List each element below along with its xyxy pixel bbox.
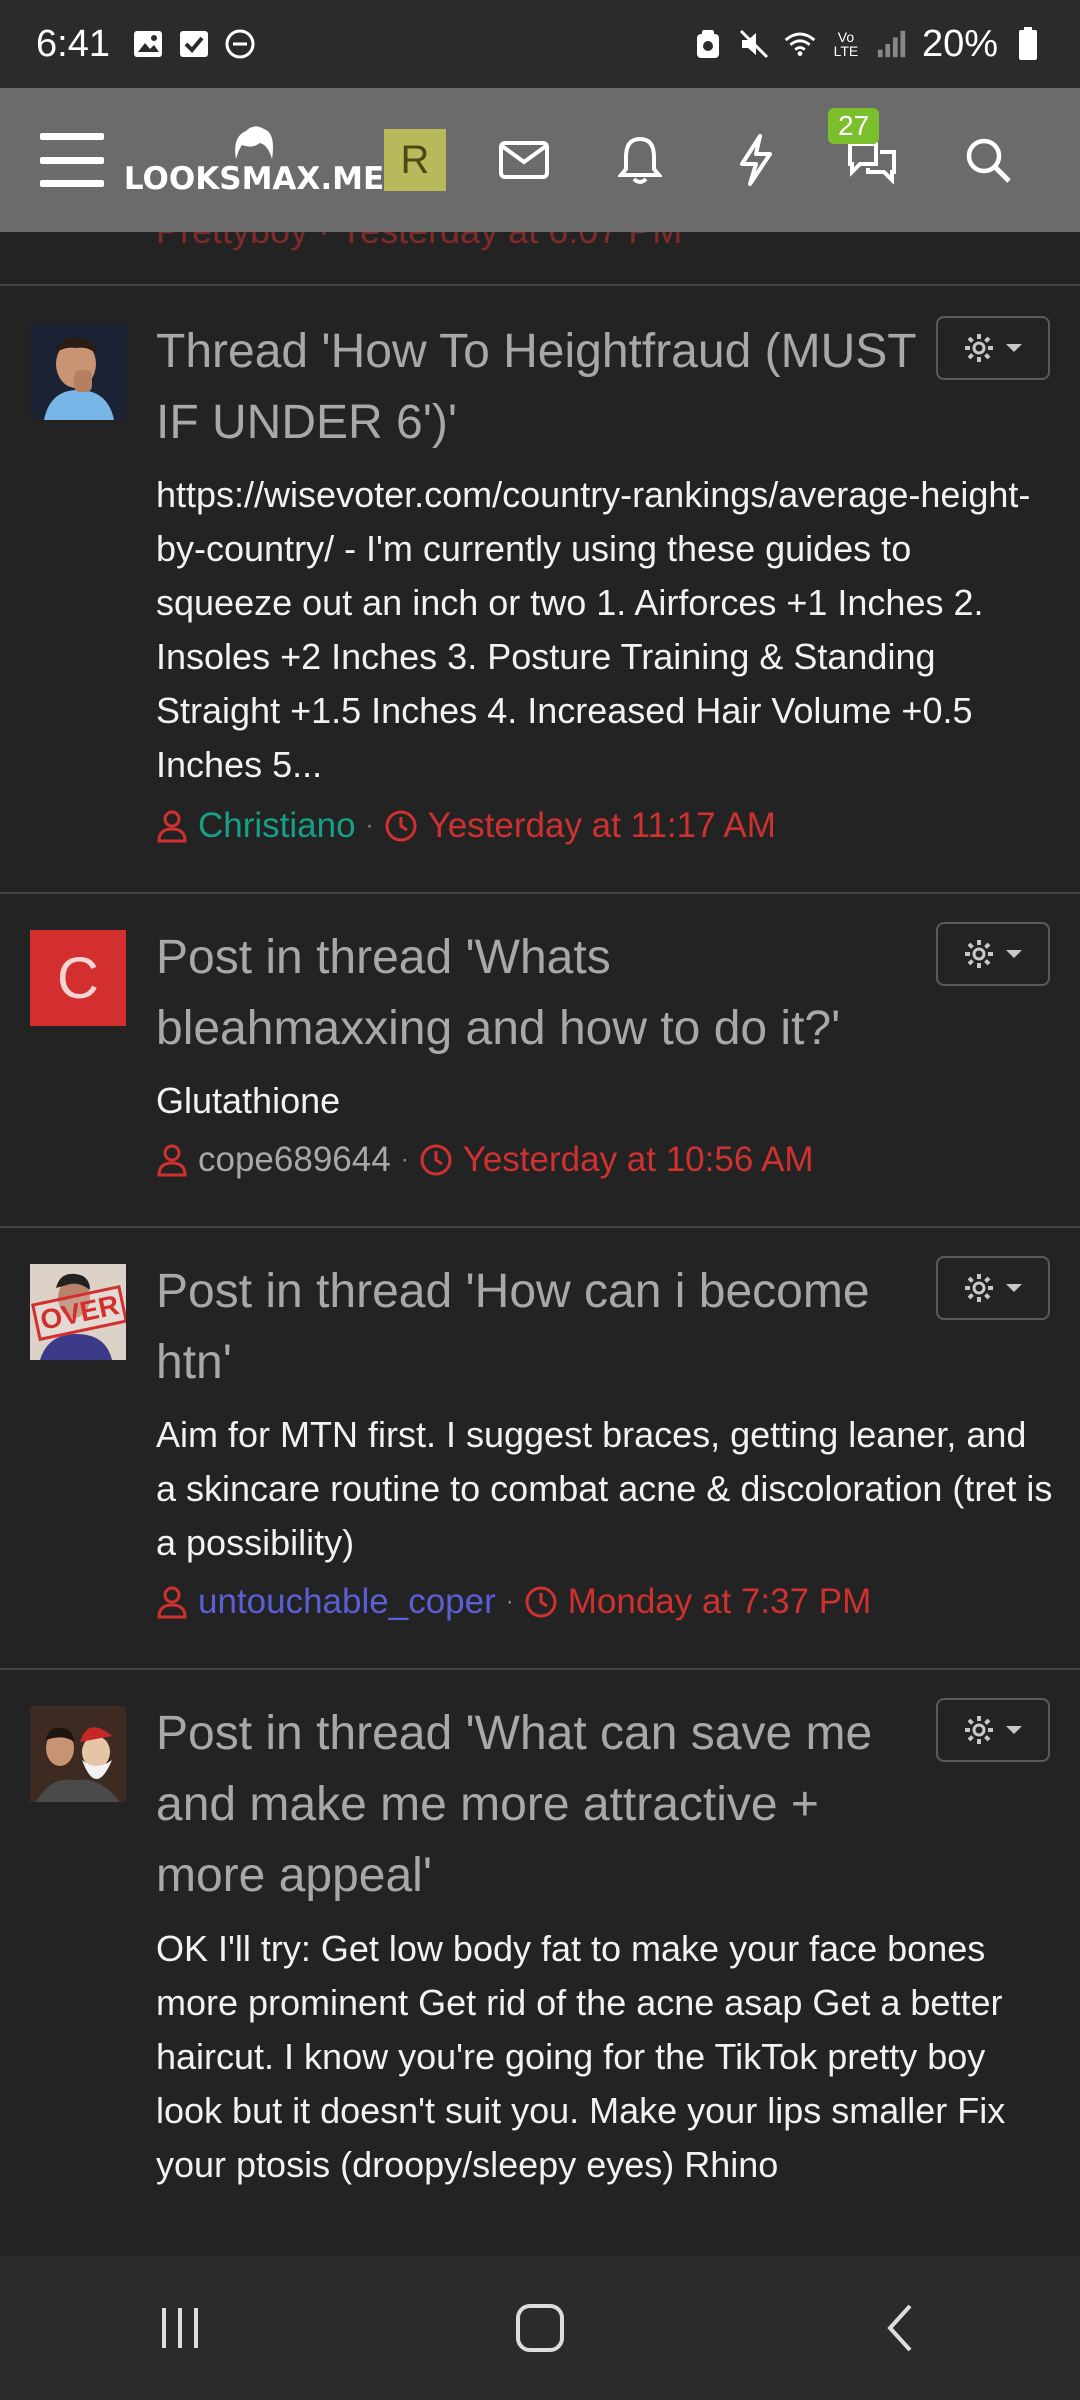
recent-apps-button[interactable]: [120, 2288, 240, 2368]
avatar[interactable]: OVER: [30, 1264, 126, 1360]
clock-icon: [420, 1144, 452, 1176]
top-navigation: LOOKSMAX.ME R 27: [0, 88, 1080, 232]
item-meta: Christiano · Yesterday at 11:17 AM: [156, 806, 776, 846]
item-options-button[interactable]: [936, 1698, 1050, 1762]
bell-icon[interactable]: [610, 130, 670, 190]
avatar[interactable]: [30, 1706, 126, 1802]
gear-icon: [965, 1716, 993, 1744]
item-meta: untouchable_coper · Monday at 7:37 PM: [156, 1582, 871, 1622]
caret-down-icon: [1006, 1284, 1022, 1292]
caret-down-icon: [1006, 1726, 1022, 1734]
gallery-icon: [132, 28, 164, 60]
separator-dot: ·: [505, 1588, 514, 1615]
status-bar: 6:41 Vo LTE 20%: [0, 0, 1080, 88]
caret-down-icon: [1006, 950, 1022, 958]
user-avatar[interactable]: R: [384, 129, 446, 191]
caret-down-icon: [1006, 344, 1022, 352]
item-snippet: https://wisevoter.com/country-rankings/a…: [156, 474, 1031, 785]
back-icon: [887, 2304, 912, 2352]
item-date[interactable]: Yesterday at 10:56 AM: [463, 1140, 814, 1180]
status-time: 6:41: [36, 22, 110, 65]
item-title[interactable]: Post in thread 'What can save me and mak…: [156, 1698, 916, 1911]
list-item[interactable]: C Post in thread 'Whats bleahmaxxing and…: [0, 894, 1080, 1228]
item-snippet: Glutathione: [156, 1080, 341, 1121]
volte-icon: Vo LTE: [833, 29, 859, 59]
menu-icon[interactable]: [40, 133, 104, 187]
item-username[interactable]: untouchable_coper: [198, 1582, 496, 1622]
item-title[interactable]: Thread 'How To Heightfraud (MUST IF UNDE…: [156, 316, 916, 458]
mute-icon: [738, 28, 770, 60]
user-icon: [157, 810, 187, 843]
conversations-badge: 27: [828, 108, 880, 144]
list-item[interactable]: OVER Post in thread 'How can i become ht…: [0, 1228, 1080, 1670]
item-options-button[interactable]: [936, 922, 1050, 986]
avatar[interactable]: [30, 324, 126, 420]
bolt-icon[interactable]: [726, 130, 786, 190]
back-button[interactable]: [840, 2288, 960, 2368]
system-navigation-bar: [0, 2256, 1080, 2400]
home-button[interactable]: [480, 2288, 600, 2368]
home-icon: [516, 2304, 564, 2352]
item-meta: cope689644 · Yesterday at 10:56 AM: [156, 1140, 814, 1180]
item-username[interactable]: Christiano: [198, 806, 356, 846]
avatar[interactable]: C: [30, 930, 126, 1026]
item-title[interactable]: Post in thread 'Whats bleahmaxxing and h…: [156, 922, 916, 1064]
signal-icon: [876, 28, 908, 60]
avatar-letter: C: [57, 945, 99, 1011]
list-item[interactable]: Post in thread 'What can save me and mak…: [0, 1670, 1080, 2256]
gear-icon: [965, 334, 993, 362]
item-title[interactable]: Post in thread 'How can i become htn': [156, 1256, 916, 1398]
recent-apps-icon: [162, 2308, 198, 2348]
logo-hair-icon: [235, 126, 273, 159]
dnd-icon: [224, 28, 256, 60]
item-snippet: Aim for MTN first. I suggest braces, get…: [156, 1414, 1053, 1563]
gear-icon: [965, 940, 993, 968]
logo-text: LOOKSMAX.ME: [123, 161, 385, 197]
battery-percent: 20%: [921, 22, 998, 65]
user-icon: [157, 1586, 187, 1619]
item-date[interactable]: Yesterday at 11:17 AM: [428, 806, 776, 846]
clock-icon: [385, 810, 417, 842]
separator-dot: ·: [400, 1146, 409, 1173]
item-username[interactable]: cope689644: [198, 1140, 391, 1180]
item-options-button[interactable]: [936, 1256, 1050, 1320]
list-item[interactable]: Thread 'How To Heightfraud (MUST IF UNDE…: [0, 286, 1080, 894]
inbox-icon[interactable]: [494, 130, 554, 190]
gear-icon: [965, 1274, 993, 1302]
wifi-icon: [784, 28, 816, 60]
clock-icon: [525, 1586, 557, 1618]
item-date[interactable]: Monday at 7:37 PM: [568, 1582, 872, 1622]
item-snippet: OK I'll try: Get low body fat to make yo…: [156, 1928, 1006, 2185]
partial-list-item: Prettyboy · Yesterday at 6:07 PM: [0, 232, 1080, 286]
item-options-button[interactable]: [936, 316, 1050, 380]
nfc-icon: [692, 28, 724, 60]
conversations-icon[interactable]: 27: [828, 108, 902, 190]
separator-dot: ·: [365, 812, 374, 839]
partial-item-meta: Prettyboy · Yesterday at 6:07 PM: [156, 232, 682, 252]
search-icon[interactable]: [958, 130, 1018, 190]
site-logo[interactable]: LOOKSMAX.ME: [124, 123, 384, 197]
checkbox-icon: [178, 28, 210, 60]
battery-icon: [1012, 27, 1044, 60]
user-icon: [157, 1144, 187, 1177]
